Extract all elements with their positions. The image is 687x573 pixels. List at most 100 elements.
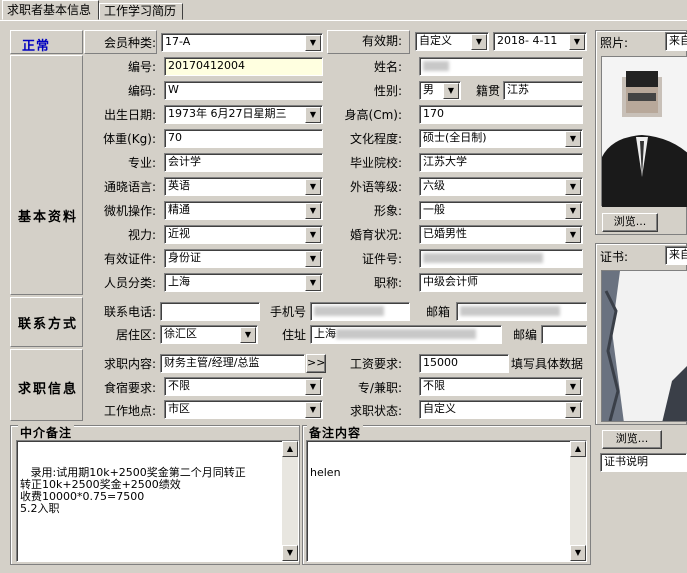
scroll-up-icon[interactable]: ▲ — [282, 441, 298, 457]
agency-notes-textarea[interactable]: 录用:试用期10k+2500奖金第二个月同转正 转正10k+2500奖金+250… — [16, 440, 299, 562]
tab-work-history[interactable]: 工作学习简历 — [99, 3, 183, 20]
job-content-label: 求职内容: — [103, 357, 156, 371]
chevron-down-icon[interactable]: ▼ — [305, 35, 321, 51]
id-type-label: 有效证件: — [103, 252, 156, 266]
job-status-select[interactable]: 自定义 ▼ — [419, 400, 583, 419]
language-select[interactable]: 英语 ▼ — [164, 177, 323, 196]
district-select[interactable]: 徐汇区 ▼ — [160, 325, 258, 344]
vision-label: 视力: — [127, 228, 156, 242]
scroll-down-icon[interactable]: ▼ — [570, 545, 586, 561]
person-photo-icon — [602, 57, 687, 207]
gender-select[interactable]: 男 ▼ — [419, 81, 461, 100]
remark-title: 备注内容 — [307, 424, 364, 441]
marital-select[interactable]: 已婚男性 ▼ — [419, 225, 583, 244]
category-select[interactable]: 上海 ▼ — [164, 273, 323, 292]
email-field[interactable] — [456, 302, 587, 321]
chevron-down-icon[interactable]: ▼ — [305, 402, 321, 418]
chevron-down-icon[interactable]: ▼ — [565, 131, 581, 147]
id-type-select[interactable]: 身份证 ▼ — [164, 249, 323, 268]
chevron-down-icon[interactable]: ▼ — [565, 203, 581, 219]
chevron-down-icon[interactable]: ▼ — [443, 83, 459, 99]
member-type-label: 会员种类: — [103, 36, 156, 50]
photo-frame — [601, 56, 687, 207]
zip-label: 邮编 — [512, 328, 537, 342]
chevron-down-icon[interactable]: ▼ — [305, 227, 321, 243]
job-title-field[interactable]: 中级会计师 — [419, 273, 583, 292]
chevron-down-icon[interactable]: ▼ — [305, 107, 321, 123]
chevron-down-icon[interactable]: ▼ — [305, 179, 321, 195]
chevron-down-icon[interactable]: ▼ — [565, 227, 581, 243]
cert-source-field[interactable]: 来自 — [665, 246, 687, 265]
agency-notes-text: 录用:试用期10k+2500奖金第二个月同转正 转正10k+2500奖金+250… — [20, 466, 246, 515]
vision-select[interactable]: 近视 ▼ — [164, 225, 323, 244]
image-label: 形象: — [373, 204, 402, 218]
chevron-down-icon[interactable]: ▼ — [569, 34, 585, 50]
validity-mode-select[interactable]: 自定义 ▼ — [415, 32, 489, 51]
chevron-down-icon[interactable]: ▼ — [565, 402, 581, 418]
job-title-label: 职称: — [373, 276, 402, 290]
meals-select[interactable]: 不限 ▼ — [164, 377, 323, 396]
agency-notes-scrollbar[interactable]: ▲ ▼ — [282, 441, 298, 561]
chevron-down-icon[interactable]: ▼ — [565, 379, 581, 395]
language-level-select[interactable]: 六级 ▼ — [419, 177, 583, 196]
phone-label: 联系电话: — [103, 305, 156, 319]
parttime-label: 专/兼职: — [357, 381, 402, 395]
code-field[interactable]: W — [164, 81, 323, 100]
photo-browse-button[interactable]: 浏览... — [602, 213, 658, 232]
cert-browse-button[interactable]: 浏览... — [602, 430, 662, 449]
image-select[interactable]: 一般 ▼ — [419, 201, 583, 220]
meals-label: 食宿要求: — [103, 381, 156, 395]
chevron-down-icon[interactable]: ▼ — [305, 379, 321, 395]
status-label: 正常 — [22, 39, 51, 54]
chevron-down-icon[interactable]: ▼ — [305, 251, 321, 267]
remark-textarea[interactable]: helen ▲ ▼ — [306, 440, 587, 562]
chevron-down-icon[interactable]: ▼ — [305, 275, 321, 291]
school-field[interactable]: 江苏大学 — [419, 153, 583, 172]
marital-label: 婚育状况: — [349, 228, 402, 242]
language-label: 通晓语言: — [103, 180, 156, 194]
salary-field[interactable]: 15000 — [419, 354, 509, 373]
tab-divider — [0, 20, 687, 21]
native-place-field[interactable]: 江苏 — [503, 81, 583, 100]
code-label: 编码: — [127, 84, 156, 98]
address-label: 住址 — [281, 328, 306, 342]
member-type-select[interactable]: 17-A ▼ — [161, 33, 323, 52]
certificate-image-icon — [602, 271, 687, 421]
chevron-down-icon[interactable]: ▼ — [565, 179, 581, 195]
education-select[interactable]: 硕士(全日制) ▼ — [419, 129, 583, 148]
email-label: 邮箱 — [425, 305, 450, 319]
native-place-label: 籍贯 — [475, 84, 500, 98]
job-content-field[interactable]: 财务主管/经理/总监 — [160, 354, 305, 373]
scroll-down-icon[interactable]: ▼ — [282, 545, 298, 561]
mobile-field[interactable] — [310, 302, 410, 321]
major-field[interactable]: 会计学 — [164, 153, 323, 172]
validity-date-picker[interactable]: 2018- 4-11 ▼ — [493, 32, 587, 51]
agency-notes-title: 中介备注 — [18, 424, 75, 441]
job-content-more-button[interactable]: >> — [306, 354, 326, 373]
computer-skill-label: 微机操作: — [103, 204, 156, 218]
id-number-field[interactable] — [419, 249, 583, 268]
cert-description-field[interactable]: 证书说明 — [600, 453, 687, 472]
phone-field[interactable] — [160, 302, 260, 321]
birth-date-picker[interactable]: 1973年 6月27日星期三 ▼ — [164, 105, 323, 124]
language-level-label: 外语等级: — [349, 180, 402, 194]
workplace-select[interactable]: 市区 ▼ — [164, 400, 323, 419]
tab-basic-info[interactable]: 求职者基本信息 — [2, 0, 99, 20]
parttime-select[interactable]: 不限 ▼ — [419, 377, 583, 396]
scroll-up-icon[interactable]: ▲ — [570, 441, 586, 457]
chevron-down-icon[interactable]: ▼ — [471, 34, 487, 50]
chevron-down-icon[interactable]: ▼ — [305, 203, 321, 219]
id-number-label: 证件号: — [361, 252, 402, 266]
remark-text: helen — [310, 466, 341, 479]
name-field[interactable] — [419, 57, 583, 76]
computer-skill-select[interactable]: 精通 ▼ — [164, 201, 323, 220]
remark-scrollbar[interactable]: ▲ ▼ — [570, 441, 586, 561]
photo-source-field[interactable]: 来自 — [665, 32, 687, 51]
category-label: 人员分类: — [103, 276, 156, 290]
number-field[interactable]: 20170412004 — [164, 57, 323, 76]
weight-field[interactable]: 70 — [164, 129, 323, 148]
chevron-down-icon[interactable]: ▼ — [240, 327, 256, 343]
height-field[interactable]: 170 — [419, 105, 583, 124]
address-field[interactable]: 上海 — [310, 325, 502, 344]
zip-field[interactable] — [541, 325, 587, 344]
